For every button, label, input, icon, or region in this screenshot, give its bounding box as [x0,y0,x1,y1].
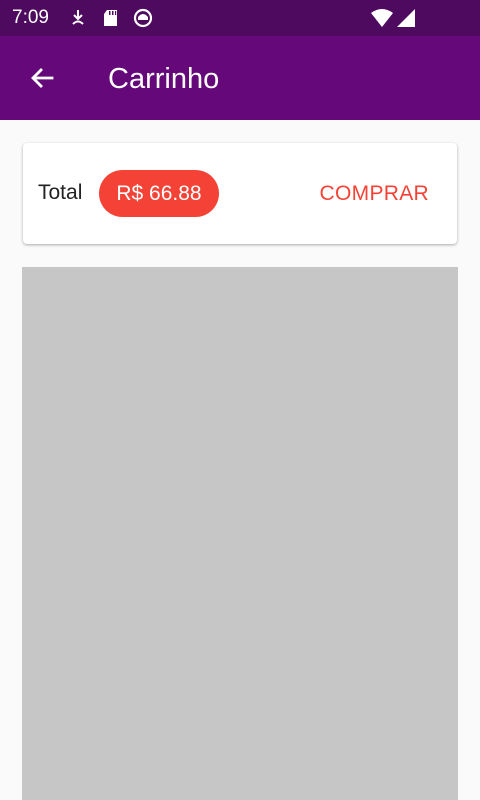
page-title: Carrinho [108,63,220,95]
download-icon [68,8,88,28]
status-bar: 7:09 [0,0,480,36]
arrow-back-icon [31,68,54,88]
buy-button[interactable]: COMPRAR [308,171,441,217]
back-button[interactable] [22,58,62,98]
app-notification-icon [133,8,153,28]
cart-total-card: Total R$ 66.88 COMPRAR [23,143,457,244]
cell-signal-icon [396,8,416,28]
image-placeholder [22,267,458,800]
total-value: R$ 66.88 [116,181,202,205]
total-value-badge: R$ 66.88 [99,170,219,217]
app-bar: Carrinho [0,36,480,120]
wifi-icon [370,8,394,28]
status-time: 7:09 [12,7,49,28]
total-label: Total [38,181,83,204]
sd-card-icon [101,8,121,28]
